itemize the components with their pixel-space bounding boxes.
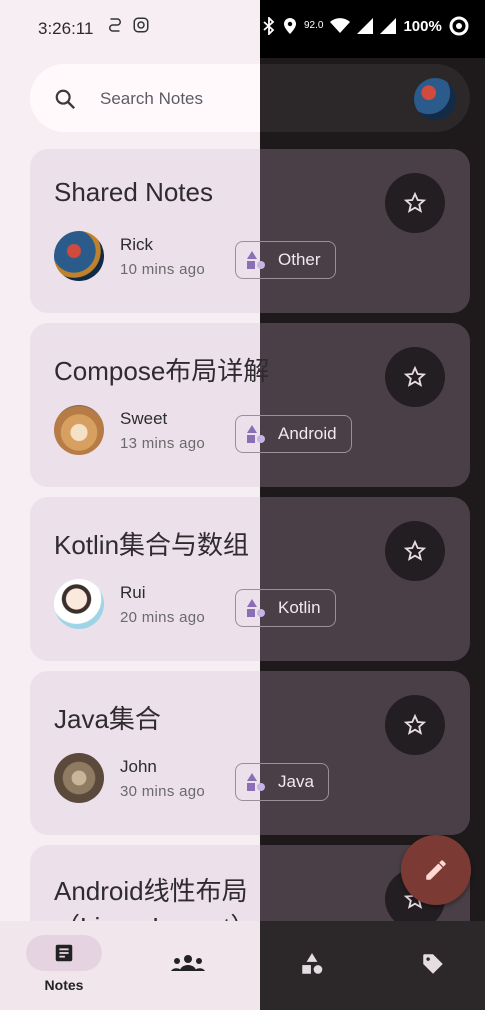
search-placeholder: Search Notes bbox=[100, 89, 203, 108]
battery-saver-icon bbox=[449, 16, 469, 36]
note-title: Java集合 bbox=[54, 704, 161, 734]
tag-label: Java bbox=[278, 772, 314, 791]
battery-percent: 100% bbox=[403, 17, 442, 35]
nav-categories[interactable] bbox=[299, 951, 325, 977]
note-card[interactable]: Java集合 John 30 mins ago Java bbox=[30, 671, 470, 835]
note-time: 13 mins ago bbox=[120, 435, 206, 452]
nav-people[interactable] bbox=[166, 951, 210, 975]
note-author: Rui bbox=[120, 583, 146, 602]
signal-icon bbox=[357, 18, 374, 34]
profile-avatar[interactable] bbox=[414, 78, 456, 120]
notes-icon bbox=[55, 944, 73, 962]
note-time: 10 mins ago bbox=[120, 261, 206, 278]
edit-icon bbox=[426, 860, 446, 880]
nav-notes[interactable]: Notes bbox=[26, 935, 102, 993]
nav-tags[interactable] bbox=[420, 951, 446, 977]
tag-icon bbox=[423, 954, 443, 974]
star-button[interactable] bbox=[385, 695, 445, 755]
nav-notes-label: Notes bbox=[44, 977, 84, 993]
bluetooth-icon bbox=[263, 17, 275, 35]
search-icon bbox=[55, 89, 76, 110]
status-bar: 3:26:11 92.0 100% bbox=[0, 0, 485, 58]
note-card[interactable]: Compose布局详解 Sweet 13 mins ago Android bbox=[30, 323, 470, 487]
instagram-icon bbox=[133, 17, 149, 33]
category-icon bbox=[247, 773, 265, 791]
signal-icon-2 bbox=[380, 18, 397, 34]
avatar bbox=[54, 753, 104, 803]
star-button[interactable] bbox=[385, 521, 445, 581]
star-icon bbox=[403, 365, 427, 387]
bottom-navigation: Notes bbox=[0, 921, 485, 1010]
avatar bbox=[54, 231, 104, 281]
sync-icon bbox=[109, 18, 121, 32]
category-icon bbox=[247, 599, 265, 617]
note-tag[interactable]: Java bbox=[235, 763, 329, 801]
note-title: Kotlin集合与数组 bbox=[54, 530, 250, 560]
note-card[interactable]: Kotlin集合与数组 Rui 20 mins ago Kotlin bbox=[30, 497, 470, 661]
status-time: 3:26:11 bbox=[38, 19, 94, 38]
tag-label: Kotlin bbox=[278, 598, 321, 617]
note-author: Sweet bbox=[120, 409, 168, 428]
category-icon bbox=[302, 953, 323, 974]
note-card[interactable]: Shared Notes Rick 10 mins ago Other bbox=[30, 149, 470, 313]
location-icon bbox=[284, 18, 296, 34]
note-title: Shared Notes bbox=[54, 177, 213, 207]
note-author: John bbox=[120, 757, 157, 776]
star-icon bbox=[403, 539, 427, 561]
star-button[interactable] bbox=[385, 173, 445, 233]
note-title: Android线性布局（LinearLayout） bbox=[54, 876, 256, 921]
category-icon bbox=[247, 251, 265, 269]
avatar bbox=[54, 579, 104, 629]
tag-label: Other bbox=[278, 250, 321, 269]
tag-label: Android bbox=[278, 424, 337, 443]
search-bar[interactable]: Search Notes bbox=[30, 64, 260, 132]
note-tag[interactable]: Android bbox=[235, 415, 352, 453]
star-button[interactable] bbox=[385, 347, 445, 407]
new-note-fab[interactable] bbox=[401, 835, 471, 905]
avatar bbox=[54, 405, 104, 455]
note-author: Rick bbox=[120, 235, 154, 254]
wifi-icon bbox=[330, 18, 351, 33]
note-time: 20 mins ago bbox=[120, 609, 206, 626]
note-tag[interactable]: Other bbox=[235, 241, 336, 279]
net-speed: 92.0 bbox=[304, 20, 324, 31]
groups-icon bbox=[171, 955, 205, 971]
note-title: Compose布局详解 bbox=[54, 356, 270, 386]
category-icon bbox=[247, 425, 265, 443]
note-time: 30 mins ago bbox=[120, 783, 206, 800]
star-icon bbox=[403, 191, 427, 213]
note-tag[interactable]: Kotlin bbox=[235, 589, 336, 627]
star-icon bbox=[403, 713, 427, 735]
